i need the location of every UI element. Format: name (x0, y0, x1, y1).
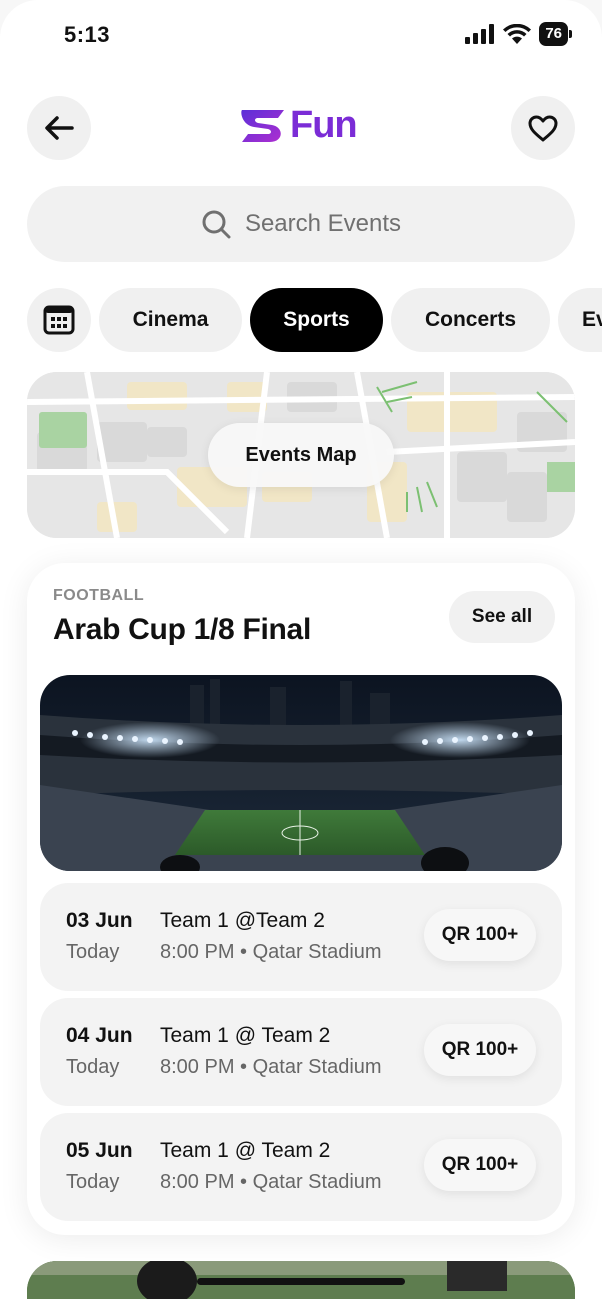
event-date: 05 Jun (66, 1139, 133, 1162)
heart-icon (528, 115, 558, 142)
events-map[interactable]: Events Map (27, 372, 575, 538)
status-bar: 5:13 76 (0, 0, 602, 70)
category-filter-row: Cinema Sports Concerts Ev (27, 288, 602, 352)
event-row[interactable]: 05 Jun Today Team 1 @ Team 2 8:00 PM • Q… (40, 1113, 562, 1221)
category-chip-cinema[interactable]: Cinema (99, 288, 242, 352)
app-logo: Fun (240, 104, 358, 147)
price-button[interactable]: QR 100+ (424, 909, 536, 961)
status-time: 5:13 (64, 22, 111, 47)
event-day: Today (66, 1056, 120, 1078)
event-teams: Team 1 @ Team 2 (160, 1139, 331, 1162)
event-title: Arab Cup 1/8 Final (53, 613, 311, 646)
calendar-button[interactable] (27, 288, 91, 352)
event-date: 04 Jun (66, 1024, 133, 1047)
calendar-icon (43, 305, 75, 335)
logo-mark-icon (241, 109, 284, 142)
event-day: Today (66, 941, 120, 963)
back-button[interactable] (27, 96, 91, 160)
home-indicator (197, 1278, 405, 1285)
logo-text: Fun (290, 104, 358, 146)
wifi-icon (503, 24, 532, 44)
see-all-button[interactable]: See all (449, 591, 555, 643)
event-category: FOOTBALL (53, 587, 145, 604)
events-map-button[interactable]: Events Map (208, 423, 394, 487)
price-button[interactable]: QR 100+ (424, 1139, 536, 1191)
event-day: Today (66, 1171, 120, 1193)
category-chip-sports[interactable]: Sports (250, 288, 383, 352)
event-time-venue: 8:00 PM • Qatar Stadium (160, 941, 382, 963)
event-card: FOOTBALL Arab Cup 1/8 Final See all 03 J… (27, 563, 575, 1235)
category-chip-concerts[interactable]: Concerts (391, 288, 550, 352)
battery-indicator: 76 (539, 22, 572, 46)
stadium-image[interactable] (40, 675, 562, 871)
price-button[interactable]: QR 100+ (424, 1024, 536, 1076)
event-date: 03 Jun (66, 909, 133, 932)
arrow-left-icon (45, 116, 74, 140)
search-icon (202, 210, 231, 239)
favorite-button[interactable] (511, 96, 575, 160)
screen: 5:13 76 Fun Search Events Cinema Sports … (0, 0, 602, 1299)
category-chip-events[interactable]: Ev (558, 288, 602, 352)
event-time-venue: 8:00 PM • Qatar Stadium (160, 1056, 382, 1078)
event-time-venue: 8:00 PM • Qatar Stadium (160, 1171, 382, 1193)
event-teams: Team 1 @Team 2 (160, 909, 325, 932)
event-row[interactable]: 04 Jun Today Team 1 @ Team 2 8:00 PM • Q… (40, 998, 562, 1106)
signal-icon (465, 24, 495, 44)
search-bar[interactable]: Search Events (27, 186, 575, 262)
event-row[interactable]: 03 Jun Today Team 1 @Team 2 8:00 PM • Qa… (40, 883, 562, 991)
search-input[interactable]: Search Events (245, 210, 401, 238)
status-icons: 76 (465, 22, 572, 46)
event-teams: Team 1 @ Team 2 (160, 1024, 331, 1047)
stadium-illustration (40, 675, 562, 871)
